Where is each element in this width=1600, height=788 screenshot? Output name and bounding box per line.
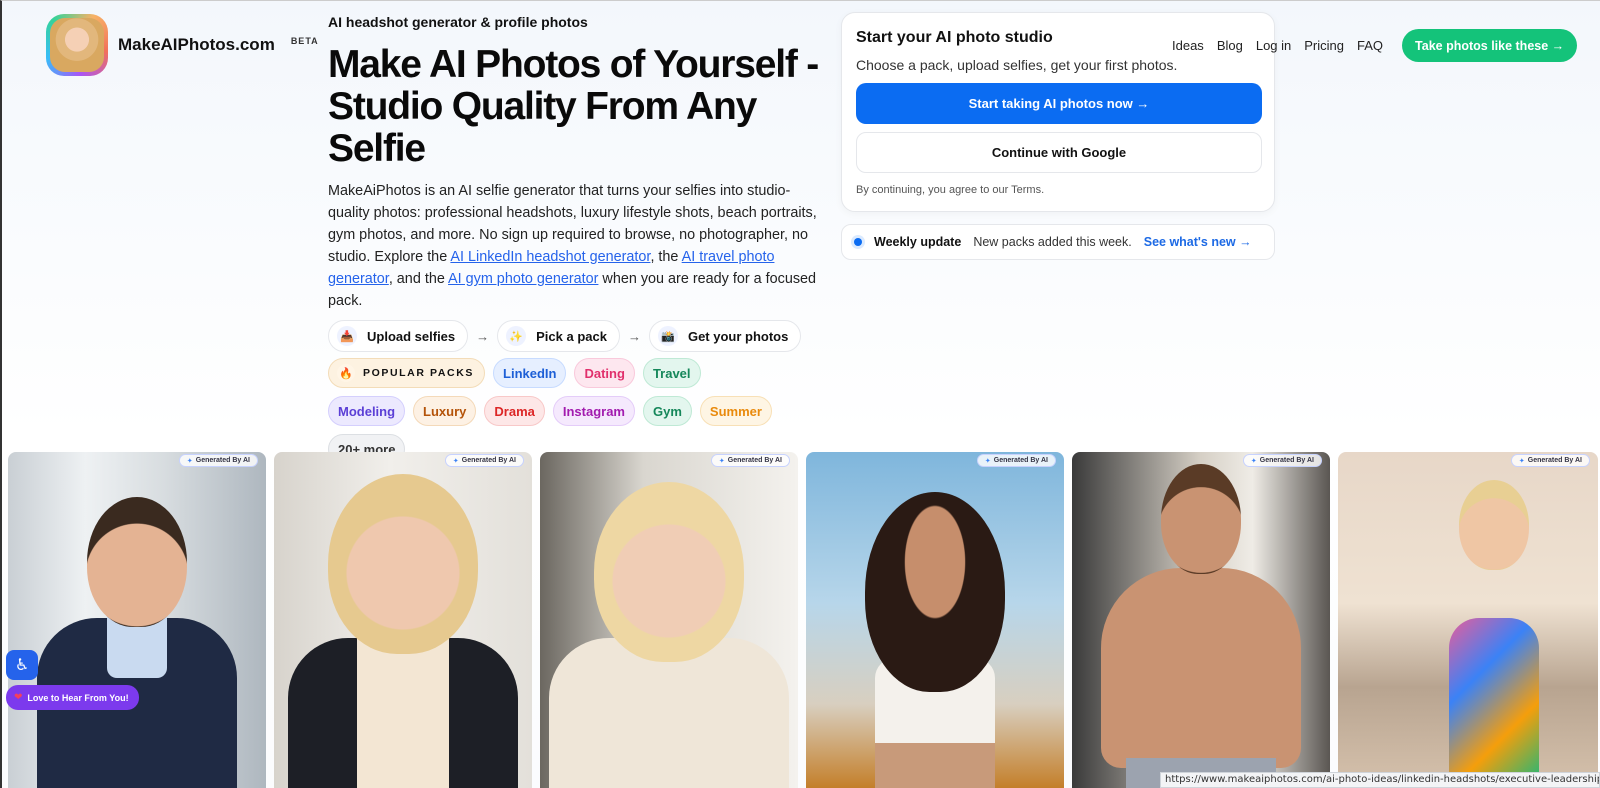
pack-tag-gym[interactable]: Gym <box>643 396 692 426</box>
heart-icon: ❤ <box>14 692 23 703</box>
arrow-right-icon: → <box>627 328 641 344</box>
generated-by-ai-badge: ✦ Generated By AI <box>1242 454 1322 467</box>
step-get-photos: 📸 Get your photos <box>648 320 802 352</box>
hero-section: AI headshot generator & profile photos M… <box>328 14 828 312</box>
pack-tag-instagram[interactable]: Instagram <box>552 396 635 426</box>
pack-tag-summer[interactable]: Summer <box>699 396 772 426</box>
nav-pricing[interactable]: Pricing <box>1304 30 1344 62</box>
arrow-right-icon: → <box>476 328 490 344</box>
start-taking-photos-button[interactable]: Start taking AI photos now → <box>856 83 1262 124</box>
accessibility-icon[interactable]: ♿ <box>6 650 38 680</box>
feedback-button[interactable]: ❤ Love to Hear From You! <box>6 685 139 710</box>
take-photos-cta-button[interactable]: Take photos like these → <box>1402 29 1578 62</box>
sparkle-icon: ✦ <box>718 457 725 465</box>
sparkle-icon: ✦ <box>1518 457 1525 465</box>
linkedin-generator-link[interactable]: AI LinkedIn headshot generator <box>450 249 650 265</box>
sparkle-icon: ✦ <box>186 457 193 465</box>
sparkle-icon: ✨ <box>506 326 527 346</box>
generated-by-ai-badge: ✦ Generated By AI <box>710 454 790 467</box>
nav-faq[interactable]: FAQ <box>1357 30 1383 62</box>
sparkle-icon: ✦ <box>452 457 459 465</box>
brand-name: MakeAIPhotos.com <box>118 35 275 54</box>
gallery-photo[interactable]: ✦ Generated By AI <box>806 452 1064 788</box>
generated-by-ai-badge: ✦ Generated By AI <box>1510 454 1590 467</box>
pack-tag-linkedin[interactable]: LinkedIn <box>493 358 567 388</box>
nav-blog[interactable]: Blog <box>1217 30 1243 62</box>
hero-eyebrow: AI headshot generator & profile photos <box>328 14 588 30</box>
step-upload-selfies: 📥 Upload selfies <box>328 320 469 352</box>
gallery-photo[interactable]: ✦ Generated By AI <box>1072 452 1330 788</box>
beta-badge: BETA <box>290 36 319 46</box>
weekly-update-bar: Weekly update New packs added this week.… <box>841 224 1275 260</box>
photo-gallery: ✦ Generated By AI ✦ Generated By AI ✦ Gener… <box>8 452 1598 788</box>
status-dot-icon <box>854 238 862 246</box>
pack-tag-travel[interactable]: Travel <box>642 358 701 388</box>
step-pick-pack: ✨ Pick a pack <box>497 320 620 352</box>
logo-avatar <box>46 14 108 76</box>
weekly-update-label: Weekly update <box>874 235 962 249</box>
pack-tag-luxury[interactable]: Luxury <box>413 396 477 426</box>
upload-icon: 📥 <box>337 326 357 346</box>
hero-description: MakeAiPhotos is an AI selfie generator t… <box>328 183 817 309</box>
nav-ideas[interactable]: Ideas <box>1172 30 1204 62</box>
camera-icon: 📸 <box>657 326 678 346</box>
fire-icon: 🔥 <box>337 364 355 382</box>
nav-login[interactable]: Log in <box>1256 30 1291 62</box>
pack-tag-drama[interactable]: Drama <box>484 396 545 426</box>
status-bar-url: https://www.makeaiphotos.com/ai-photo-id… <box>1160 772 1600 788</box>
pack-tag-modeling[interactable]: Modeling <box>328 396 406 426</box>
see-whats-new-link[interactable]: See what's new → <box>1144 235 1252 249</box>
brand-logo[interactable]: MakeAIPhotos.com BETA <box>46 14 319 76</box>
gym-generator-link[interactable]: AI gym photo generator <box>448 271 598 287</box>
top-nav: Ideas Blog Log in Pricing FAQ Take photo… <box>1172 29 1578 62</box>
generated-by-ai-badge: ✦ Generated By AI <box>178 454 258 467</box>
hero-headline: Make AI Photos of Yourself - Studio Qual… <box>328 43 819 170</box>
gallery-photo[interactable]: ✦ Generated By AI <box>8 452 266 788</box>
how-it-works-steps: 📥 Upload selfies → ✨ Pick a pack → 📸 Get yo… <box>328 320 802 352</box>
continue-with-google-button[interactable]: Continue with Google <box>856 132 1262 173</box>
sparkle-icon: ✦ <box>1250 457 1257 465</box>
generated-by-ai-badge: ✦ Generated By AI <box>976 454 1056 467</box>
sparkle-icon: ✦ <box>984 457 991 465</box>
gallery-photo[interactable]: ✦ Generated By AI <box>1338 452 1598 788</box>
weekly-update-text: New packs added this week. <box>973 235 1132 249</box>
popular-packs-label: 🔥 POPULAR PACKS <box>328 358 486 388</box>
generated-by-ai-badge: ✦ Generated By AI <box>444 454 524 467</box>
terms-notice: By continuing, you agree to our Terms. <box>856 184 1045 196</box>
pack-tag-dating[interactable]: Dating <box>574 358 635 388</box>
pack-tags: 🔥 POPULAR PACKS LinkedIn Dating Travel Model… <box>328 358 778 464</box>
gallery-photo[interactable]: ✦ Generated By AI <box>274 452 532 788</box>
gallery-photo[interactable]: ✦ Generated By AI <box>540 452 798 788</box>
